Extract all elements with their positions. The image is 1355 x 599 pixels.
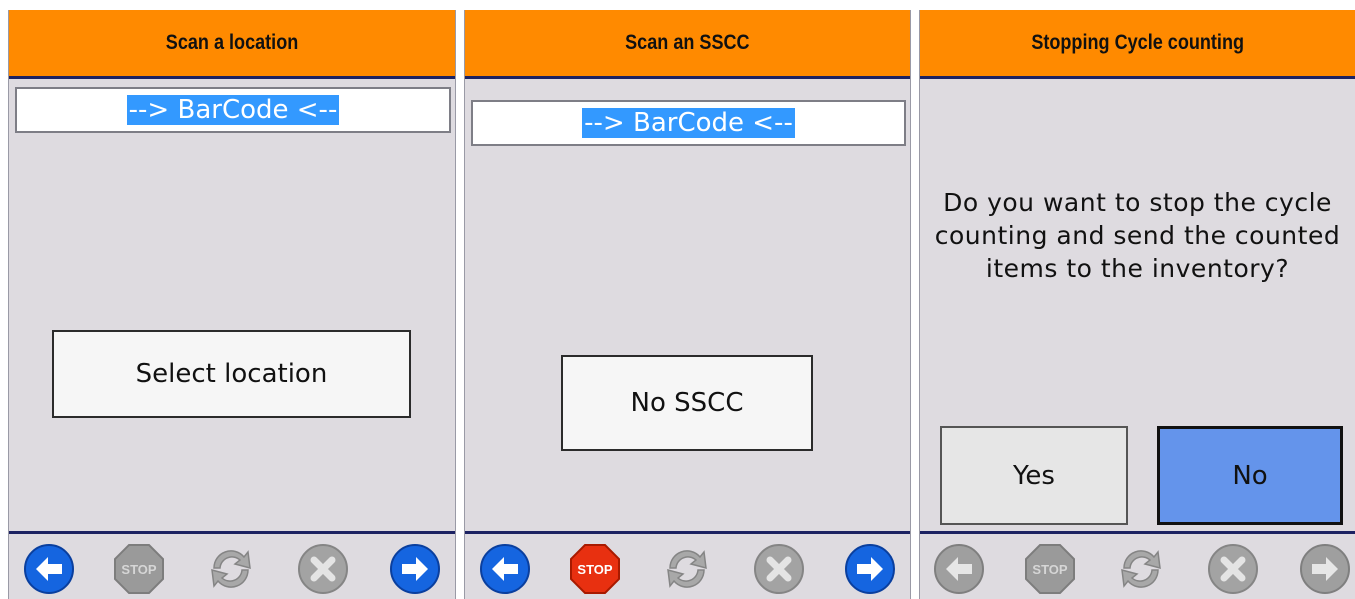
svg-text:STOP: STOP <box>577 562 612 577</box>
barcode-input[interactable]: --> BarCode <-- <box>15 87 451 133</box>
stop-sign-icon: STOP <box>112 542 166 596</box>
cancel-icon <box>1206 542 1260 596</box>
refresh-icon <box>204 542 258 596</box>
screen-scan-sscc: Scan an SSCC --> BarCode <-- No SSCC STO… <box>464 10 911 599</box>
screen-scan-location: Scan a location --> BarCode <-- Select l… <box>8 10 456 599</box>
stop-sign-icon[interactable]: STOP <box>568 542 622 596</box>
title-bar: Scan an SSCC <box>465 10 910 79</box>
screen-stop-cycle-counting: Stopping Cycle counting Do you want to s… <box>919 10 1355 599</box>
svg-text:STOP: STOP <box>121 562 156 577</box>
barcode-placeholder: --> BarCode <-- <box>126 95 340 125</box>
stop-sign-icon: STOP <box>1023 542 1077 596</box>
refresh-icon <box>660 542 714 596</box>
bottom-toolbar: STOP <box>9 531 455 599</box>
forward-arrow-icon[interactable] <box>388 542 442 596</box>
cancel-icon <box>752 542 806 596</box>
barcode-placeholder: --> BarCode <-- <box>582 108 795 138</box>
barcode-input[interactable]: --> BarCode <-- <box>471 100 906 146</box>
title-bar: Stopping Cycle counting <box>920 10 1355 79</box>
back-arrow-icon[interactable] <box>478 542 532 596</box>
svg-text:STOP: STOP <box>1032 562 1067 577</box>
refresh-icon <box>1114 542 1168 596</box>
bottom-toolbar: STOP <box>465 531 910 599</box>
back-arrow-icon <box>932 542 986 596</box>
no-button[interactable]: No <box>1157 426 1343 525</box>
select-location-button[interactable]: Select location <box>52 330 411 418</box>
yes-button[interactable]: Yes <box>940 426 1128 525</box>
cancel-icon <box>296 542 350 596</box>
forward-arrow-icon[interactable] <box>843 542 897 596</box>
screen-title: Stopping Cycle counting <box>1031 31 1244 54</box>
title-bar: Scan a location <box>9 10 455 79</box>
forward-arrow-icon <box>1298 542 1352 596</box>
screen-title: Scan a location <box>165 31 299 54</box>
bottom-toolbar: STOP <box>920 531 1355 599</box>
screen-title: Scan an SSCC <box>625 31 750 54</box>
confirmation-question: Do you want to stop the cycle counting a… <box>934 188 1341 283</box>
back-arrow-icon[interactable] <box>22 542 76 596</box>
no-sscc-button[interactable]: No SSCC <box>561 355 813 451</box>
